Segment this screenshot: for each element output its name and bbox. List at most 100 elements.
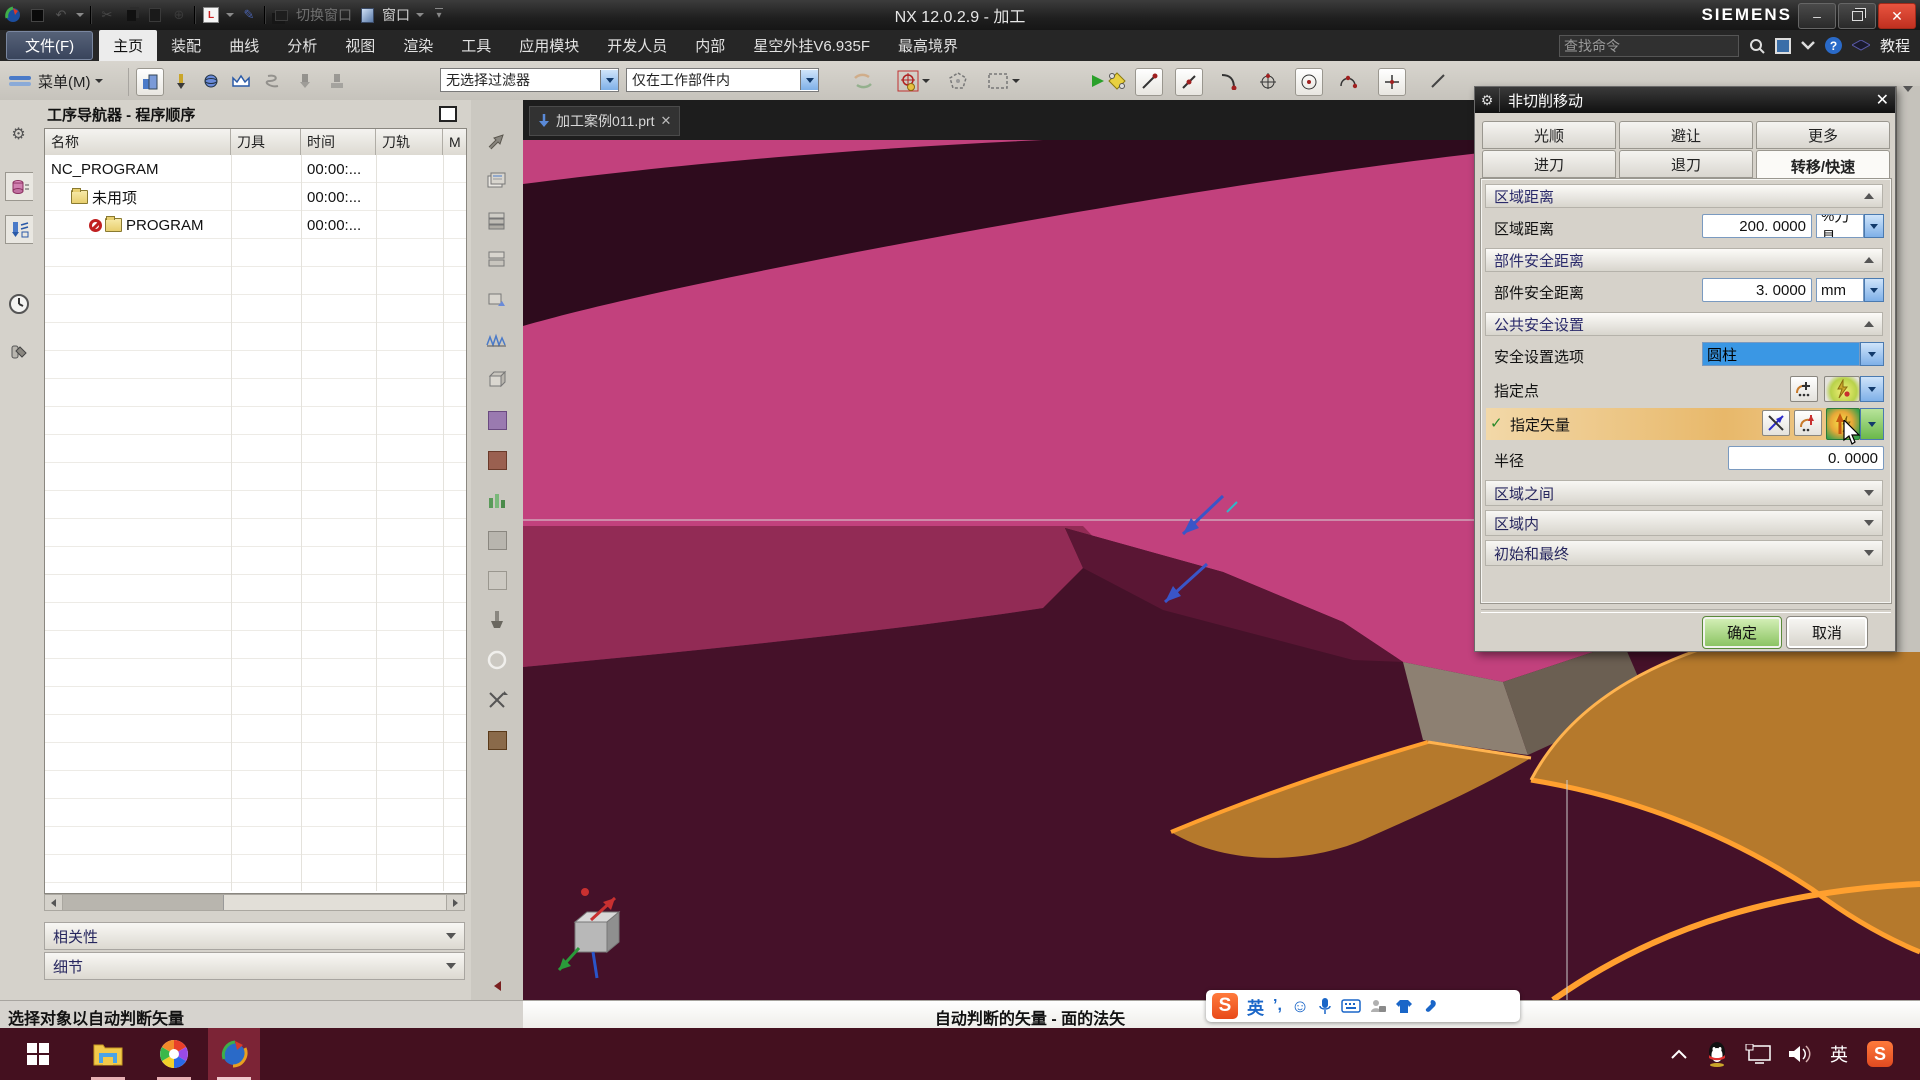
snap-endpoint-icon[interactable] (1135, 68, 1163, 96)
vector-dialog-icon[interactable] (1762, 410, 1790, 436)
sheet-arrow-icon[interactable] (483, 286, 511, 314)
col-time[interactable]: 时间 (301, 129, 376, 155)
snap-midpoint-icon[interactable] (1175, 68, 1203, 96)
ruler-icon[interactable] (483, 326, 511, 354)
menu-tools[interactable]: 工具 (447, 30, 505, 61)
file-explorer-button[interactable] (82, 1028, 134, 1080)
common-safe-group-header[interactable]: 公共安全设置 (1485, 312, 1883, 336)
sheet-stack-icon-1[interactable] (483, 166, 511, 194)
menu-highest[interactable]: 最高境界 (884, 30, 972, 61)
tray-expand-chevron-icon[interactable] (1662, 1028, 1696, 1080)
menu-application[interactable]: 应用模块 (505, 30, 593, 61)
dialog-close-icon[interactable]: ✕ (1876, 90, 1889, 110)
machine-tool-view-icon[interactable] (228, 68, 254, 94)
menu-plugin[interactable]: 星空外挂V6.935F (739, 30, 884, 61)
col-name[interactable]: 名称 (45, 129, 231, 155)
ime-keyboard-icon[interactable] (1341, 999, 1361, 1013)
table-row[interactable]: 未用项 00:00:... (45, 183, 466, 211)
search-icon[interactable] (1749, 38, 1765, 54)
rect-select-dropdown-icon[interactable] (1012, 79, 1020, 83)
ime-mic-icon[interactable] (1318, 997, 1332, 1015)
circle-icon[interactable] (483, 646, 511, 674)
snap-point-target-icon[interactable] (895, 68, 921, 94)
window-label[interactable]: 窗口 (382, 5, 410, 25)
transform-icon[interactable] (483, 686, 511, 714)
dependencies-drawer[interactable]: 相关性 (44, 922, 465, 950)
selection-filter-select[interactable]: 无选择过滤器 (440, 68, 619, 92)
machine-navigator-icon[interactable] (5, 172, 33, 201)
menu-button[interactable]: 菜单(M) (8, 68, 103, 94)
close-button[interactable]: ✕ (1878, 3, 1916, 29)
ime-language-toggle[interactable]: 英 (1247, 994, 1264, 1019)
region-distance-group-header[interactable]: 区域距离 (1485, 184, 1883, 208)
cancel-button[interactable]: 取消 (1787, 617, 1867, 648)
roller-gear-icon[interactable]: ⚙ (5, 120, 32, 147)
table-row[interactable]: PROGRAM 00:00:... (45, 211, 466, 239)
scroll-right-icon[interactable] (446, 895, 464, 910)
region-distance-input[interactable]: 200. 0000 (1702, 214, 1812, 238)
radius-input[interactable]: 0. 0000 (1728, 446, 1884, 470)
menu-file[interactable]: 文件(F) (6, 31, 93, 60)
menu-home[interactable]: 主页 (99, 30, 157, 61)
minimize-button[interactable]: – (1798, 3, 1836, 29)
create-tool-icon[interactable] (168, 68, 194, 94)
gray-face-icon-1[interactable] (483, 526, 511, 554)
scroll-left-icon[interactable] (45, 895, 63, 910)
tab-smoothing[interactable]: 光顺 (1482, 121, 1616, 149)
snap-quadrant-icon[interactable] (1335, 68, 1361, 94)
tab-close-icon[interactable]: ✕ (661, 113, 672, 129)
menu-render[interactable]: 渲染 (389, 30, 447, 61)
menu-analysis[interactable]: 分析 (273, 30, 331, 61)
safe-option-dropdown-icon[interactable] (1860, 342, 1884, 366)
switch-window-label[interactable]: 切换窗口 (296, 5, 352, 25)
brown-face-icon[interactable] (483, 446, 511, 474)
ok-button[interactable]: 确定 (1703, 617, 1781, 648)
region-distance-unit-dropdown-icon[interactable] (1864, 214, 1884, 238)
operation-navigator-icon[interactable] (5, 215, 33, 244)
part-tab[interactable]: 加工案例011.prt ✕ (529, 106, 680, 136)
snap-point-on-curve-icon[interactable] (1378, 68, 1406, 96)
ime-account-icon[interactable] (1370, 998, 1386, 1014)
tab-retract[interactable]: 退刀 (1619, 150, 1753, 178)
ime-punctuation-icon[interactable]: ’, (1273, 997, 1282, 1015)
browser-button[interactable] (148, 1028, 200, 1080)
cut-icon[interactable]: ✂ (98, 6, 116, 24)
command-search-input[interactable] (1559, 35, 1739, 57)
lasso-select-icon[interactable] (945, 68, 971, 94)
snap-line-icon[interactable] (1425, 68, 1451, 94)
region-distance-unit[interactable]: %刀具 (1816, 214, 1864, 238)
ime-settings-wrench-icon[interactable] (1422, 998, 1438, 1014)
material-face-icon[interactable] (483, 726, 511, 754)
within-regions-section[interactable]: 区域内 (1485, 510, 1883, 536)
details-drawer[interactable]: 细节 (44, 952, 465, 980)
part-clearance-group-header[interactable]: 部件安全距离 (1485, 248, 1883, 272)
gray-face-icon-2[interactable] (483, 566, 511, 594)
show-hide-icon[interactable] (136, 68, 164, 96)
dialog-gear-icon[interactable]: ⚙ (1475, 88, 1500, 112)
columns-icon[interactable] (483, 486, 511, 514)
col-m[interactable]: M (443, 129, 466, 155)
menu-developer[interactable]: 开发人员 (593, 30, 681, 61)
panel-maximize-icon[interactable] (439, 106, 457, 122)
paste-icon[interactable] (146, 6, 164, 24)
copy-icon[interactable] (122, 6, 140, 24)
nx-taskbar-button[interactable] (208, 1028, 260, 1080)
menu-view[interactable]: 视图 (331, 30, 389, 61)
part-clearance-unit[interactable]: mm (1816, 278, 1864, 302)
point-dialog-icon[interactable] (1790, 376, 1818, 402)
snap-point-dropdown-icon[interactable] (922, 79, 930, 83)
network-display-tray-icon[interactable] (1740, 1028, 1776, 1080)
overflow-chevron-icon[interactable] (1903, 92, 1913, 108)
snap-intersection-icon[interactable] (1255, 68, 1281, 94)
verify-toolpath-icon[interactable] (292, 68, 318, 94)
col-path[interactable]: 刀轨 (376, 129, 443, 155)
part-clearance-unit-dropdown-icon[interactable] (1864, 278, 1884, 302)
volume-tray-icon[interactable] (1782, 1028, 1818, 1080)
tool-palette-icon[interactable] (5, 340, 32, 367)
orient-view-icon[interactable] (483, 128, 511, 156)
geometry-view-icon[interactable] (198, 68, 224, 94)
box-icon[interactable] (483, 366, 511, 394)
safe-option-select[interactable]: 圆柱 (1702, 342, 1860, 366)
ime-skin-icon[interactable] (1395, 999, 1413, 1014)
initial-final-section[interactable]: 初始和最终 (1485, 540, 1883, 566)
